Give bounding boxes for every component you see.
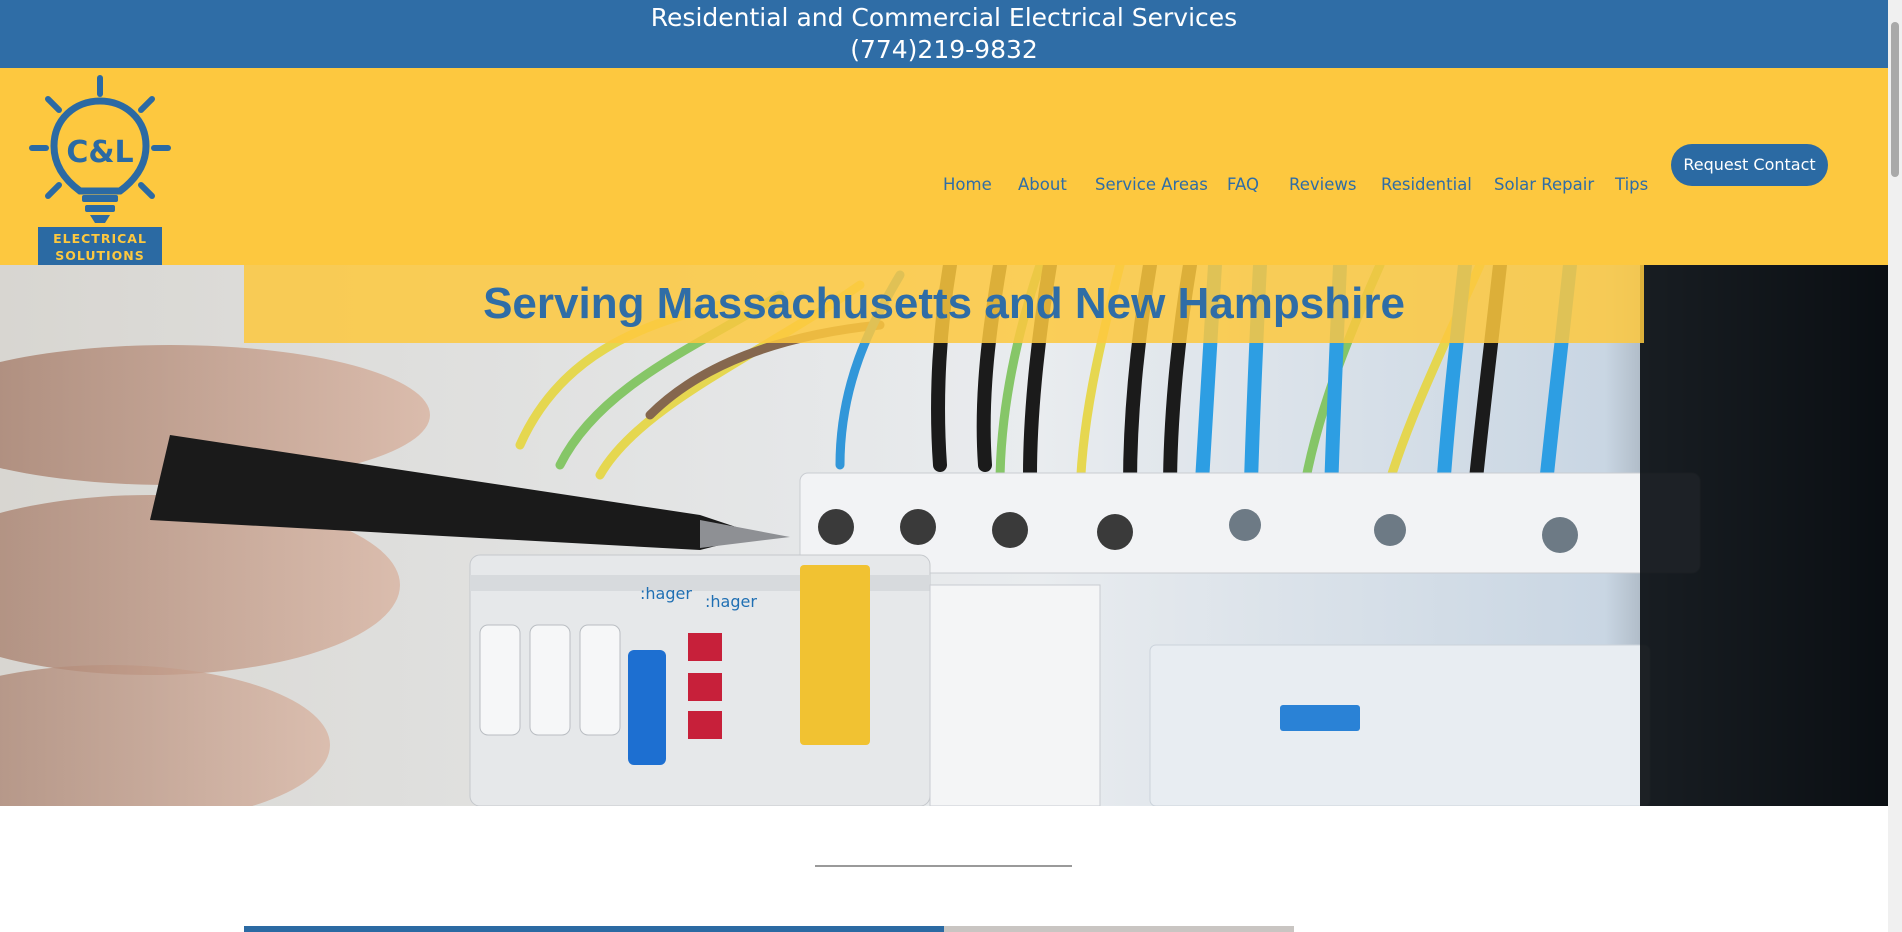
nav-tips[interactable]: Tips [1615, 156, 1648, 214]
nav-reviews[interactable]: Reviews [1289, 156, 1356, 214]
logo-text-line1: ELECTRICAL [53, 231, 147, 246]
page-scrollbar[interactable] [1888, 0, 1902, 932]
nav-about[interactable]: About [1018, 156, 1067, 214]
request-contact-button[interactable]: Request Contact [1671, 144, 1828, 186]
hero-banner: Serving Massachusetts and New Hampshire [244, 265, 1644, 343]
section-divider [815, 865, 1072, 867]
next-section-image [944, 926, 1294, 932]
hero-title: Serving Massachusetts and New Hampshire [483, 279, 1405, 328]
lightbulb-logo-icon: C&L [29, 75, 171, 223]
nav-home[interactable]: Home [943, 156, 992, 214]
logo-monogram: C&L [66, 135, 133, 170]
svg-text::hager: :hager [640, 584, 692, 603]
logo-text-line2: SOLUTIONS [55, 248, 145, 263]
nav-faq[interactable]: FAQ [1227, 156, 1259, 214]
hero-section: :hager :hager Serving Massachusetts and … [0, 265, 1888, 806]
svg-text::hager: :hager [705, 592, 757, 611]
nav-residential[interactable]: Residential [1381, 156, 1472, 214]
phone-number[interactable]: (774)219-9832 [0, 35, 1888, 65]
electrical-panel-photo: :hager :hager [0, 265, 1888, 806]
top-announcement-bar: Residential and Commercial Electrical Se… [0, 0, 1888, 68]
nav-solar-repair[interactable]: Solar Repair [1494, 156, 1594, 214]
company-logo[interactable]: C&L ELECTRICAL SOLUTIONS [28, 74, 173, 267]
site-header: C&L ELECTRICAL SOLUTIONS Home About Serv… [0, 68, 1888, 267]
scrollbar-thumb[interactable] [1891, 22, 1899, 177]
tagline: Residential and Commercial Electrical Se… [650, 3, 1238, 32]
logo-badge: ELECTRICAL SOLUTIONS [38, 227, 162, 267]
next-section-blue-block [244, 926, 944, 932]
nav-service-areas[interactable]: Service Areas [1095, 156, 1208, 214]
